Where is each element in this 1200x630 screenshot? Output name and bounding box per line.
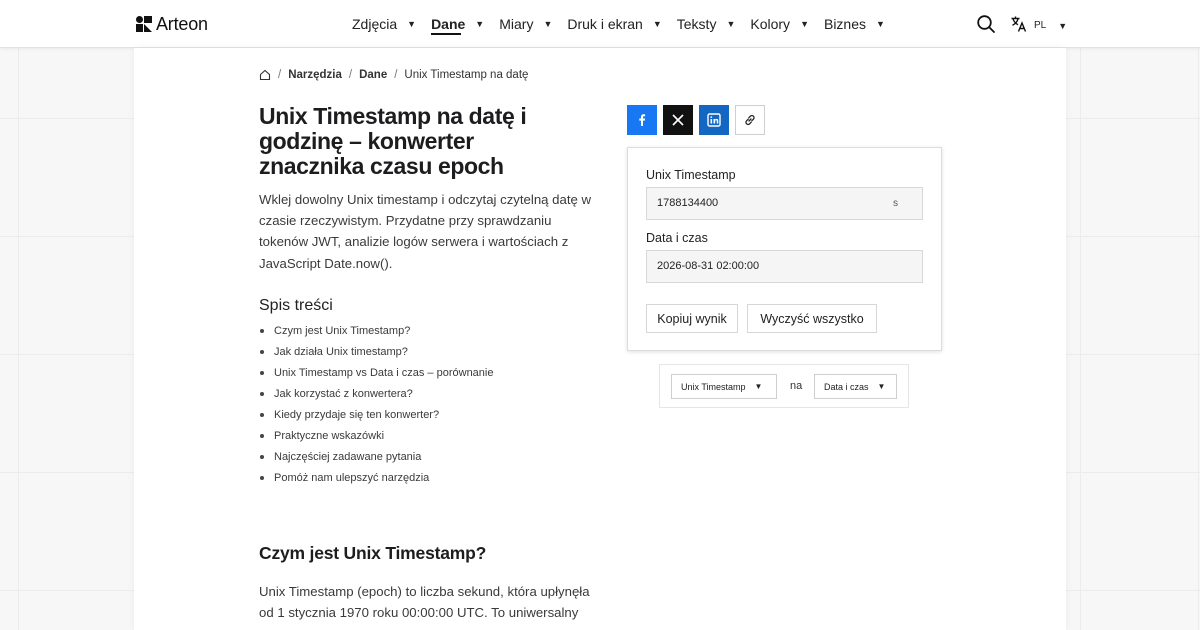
toc-title: Spis treści	[259, 297, 333, 314]
language-switcher[interactable]: PL ▼	[1010, 15, 1067, 36]
page-title: Unix Timestamp na datę i godzinę – konwe…	[259, 103, 527, 179]
copy-link-button[interactable]	[735, 105, 765, 135]
toc-item[interactable]: Najczęściej zadawane pytania	[259, 449, 493, 470]
to-unit-select[interactable]: Data i czas ▼	[814, 374, 897, 399]
logo-mark-icon	[136, 16, 152, 32]
linkedin-icon	[707, 113, 721, 127]
breadcrumb-current: Unix Timestamp na datę	[404, 69, 529, 81]
caret-down-icon: ▼	[543, 19, 553, 29]
toc-item[interactable]: Jak korzystać z konwertera?	[259, 386, 493, 407]
toc-item[interactable]: Pomóż nam ulepszyć narzędzia	[259, 470, 493, 491]
nav-item-zdjecia[interactable]: Zdjęcia ▼	[352, 0, 416, 48]
breadcrumb: / Narzędzia / Dane / Unix Timestamp na d…	[259, 69, 528, 81]
caret-down-icon: ▼	[652, 19, 662, 29]
nav-item-miary[interactable]: Miary ▼	[499, 0, 552, 48]
nav-item-druk-i-ekran[interactable]: Druk i ekran ▼	[567, 0, 661, 48]
copy-result-button[interactable]: Kopiuj wynik	[646, 304, 738, 333]
caret-down-icon: ▼	[800, 19, 809, 29]
brand-logo[interactable]: Arteon	[136, 13, 208, 35]
main-nav: Zdjęcia ▼ Dane ▼ Miary ▼ Druk i ekran ▼ …	[352, 0, 900, 48]
x-share-button[interactable]	[663, 105, 693, 135]
caret-down-icon: ▼	[754, 382, 763, 391]
toc-item[interactable]: Jak działa Unix timestamp?	[259, 344, 493, 365]
caret-down-icon: ▼	[407, 19, 417, 29]
timestamp-input[interactable]: 1788134400 s	[646, 187, 923, 220]
language-code: PL	[1034, 20, 1047, 31]
timestamp-value: 1788134400	[657, 197, 719, 209]
section-title: Czym jest Unix Timestamp?	[259, 543, 487, 563]
toc-item[interactable]: Unix Timestamp vs Data i czas – porównan…	[259, 365, 493, 386]
timestamp-unit: s	[893, 198, 898, 209]
share-buttons	[627, 105, 765, 135]
facebook-icon	[639, 114, 646, 126]
caret-down-icon: ▼	[1058, 20, 1068, 31]
caret-down-icon: ▼	[475, 19, 485, 29]
table-of-contents: Czym jest Unix Timestamp? Jak działa Uni…	[259, 323, 493, 491]
linkedin-share-button[interactable]	[699, 105, 729, 135]
clear-all-button[interactable]: Wyczyść wszystko	[747, 304, 877, 333]
from-unit-select[interactable]: Unix Timestamp ▼	[671, 374, 777, 399]
brand-name: Arteon	[156, 13, 208, 34]
toc-item[interactable]: Czym jest Unix Timestamp?	[259, 323, 493, 344]
translate-icon	[1010, 15, 1028, 36]
search-icon[interactable]	[976, 14, 996, 34]
site-header: Arteon Zdjęcia ▼ Dane ▼ Miary ▼ Druk i e…	[0, 0, 1200, 48]
nav-item-biznes[interactable]: Biznes ▼	[824, 0, 885, 48]
mode-connector: na	[790, 380, 803, 392]
x-icon	[672, 114, 684, 126]
nav-item-teksty[interactable]: Teksty ▼	[677, 0, 736, 48]
datetime-value: 2026-08-31 02:00:00	[657, 260, 760, 272]
toc-item[interactable]: Praktyczne wskazówki	[259, 428, 493, 449]
datetime-input[interactable]: 2026-08-31 02:00:00	[646, 250, 923, 283]
page-intro: Wklej dowolny Unix timestamp i odczytaj …	[259, 192, 592, 271]
caret-down-icon: ▼	[876, 19, 885, 29]
nav-item-dane[interactable]: Dane ▼	[431, 0, 484, 48]
toc-item[interactable]: Kiedy przydaje się ten konwerter?	[259, 407, 493, 428]
caret-down-icon: ▼	[877, 382, 886, 391]
nav-item-kolory[interactable]: Kolory ▼	[750, 0, 809, 48]
caret-down-icon: ▼	[726, 19, 736, 29]
facebook-share-button[interactable]	[627, 105, 657, 135]
conversion-mode: Unix Timestamp ▼ na Data i czas ▼	[659, 364, 909, 408]
breadcrumb-link-narzedzia[interactable]: Narzędzia	[288, 69, 342, 81]
home-icon[interactable]	[259, 69, 271, 81]
converter-panel: Unix Timestamp 1788134400 s Data i czas …	[627, 147, 942, 351]
breadcrumb-link-dane[interactable]: Dane	[359, 69, 387, 81]
content-card: / Narzędzia / Dane / Unix Timestamp na d…	[134, 48, 1066, 630]
datetime-label: Data i czas	[646, 231, 708, 245]
section-body: Unix Timestamp (epoch) to liczba sekund,…	[259, 584, 590, 620]
timestamp-label: Unix Timestamp	[646, 168, 736, 182]
link-icon	[745, 115, 755, 125]
